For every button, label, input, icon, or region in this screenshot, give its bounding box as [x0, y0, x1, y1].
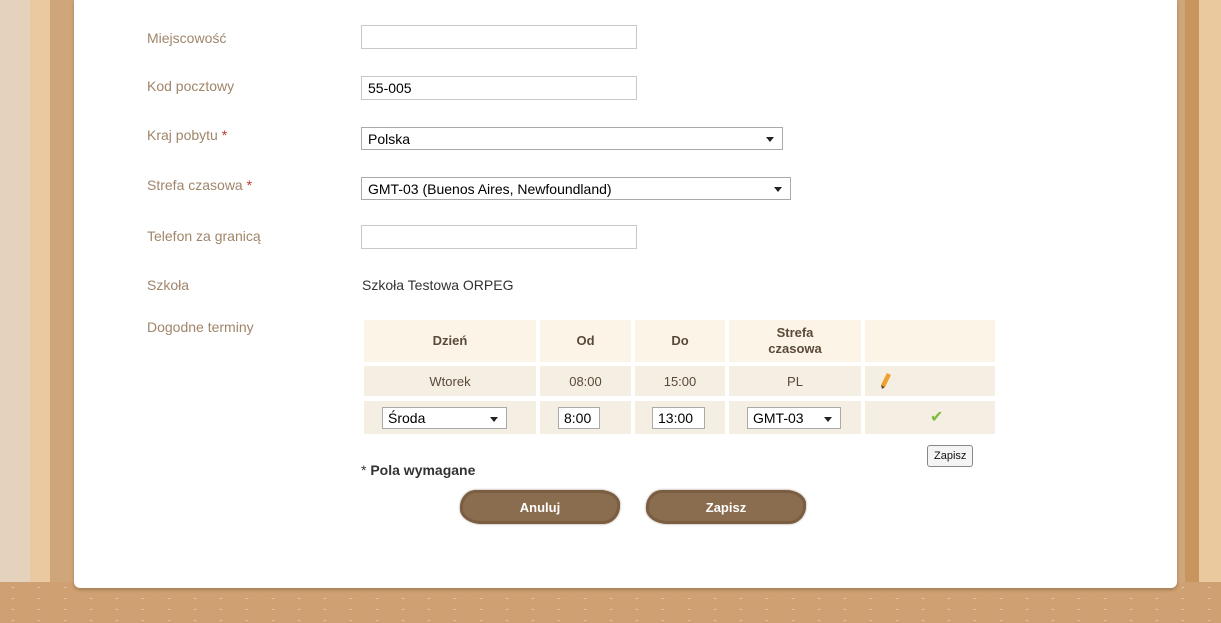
day-select[interactable]: Środa [382, 407, 507, 429]
from-time-input[interactable] [558, 407, 600, 429]
col-header-timezone: Strefa czasowa [729, 320, 861, 362]
city-label: Miejscowość [147, 30, 227, 46]
country-select-value: Polska [368, 131, 411, 147]
city-input[interactable] [361, 25, 637, 49]
row1-actions [865, 366, 995, 396]
cancel-button[interactable]: Anuluj [460, 490, 620, 524]
required-fields-note: * Pola wymagane [361, 462, 475, 478]
school-value: Szkoła Testowa ORPEG [362, 277, 514, 293]
row1-day: Wtorek [364, 366, 536, 396]
row2-zone-cell: GMT-03 [729, 401, 861, 434]
row2-day-cell: Środa [364, 401, 536, 434]
to-time-input[interactable] [652, 407, 705, 429]
row-save-button[interactable]: Zapisz [927, 445, 974, 467]
day-select-value: Środa [388, 410, 426, 426]
row1-from: 08:00 [540, 366, 631, 396]
postal-code-label: Kod pocztowy [147, 78, 235, 94]
col-header-from: Od [540, 320, 631, 362]
phone-input[interactable] [361, 225, 637, 249]
chevron-down-icon [490, 417, 498, 422]
required-note-text: Pola wymagane [370, 462, 476, 478]
country-label-text: Kraj pobytu [147, 127, 218, 143]
required-note-star: * [361, 462, 367, 478]
phone-label: Telefon za granicą [147, 228, 261, 244]
country-select[interactable]: Polska [361, 127, 783, 150]
col-header-day: Dzień [364, 320, 536, 362]
col-header-actions [865, 320, 995, 362]
zone-select-value: GMT-03 [753, 410, 804, 426]
required-asterisk: * [246, 177, 253, 193]
timezone-select[interactable]: GMT-03 (Buenos Aires, Newfoundland) [361, 177, 791, 200]
checkmark-icon[interactable]: ✔ [930, 407, 943, 427]
row2-from-cell [540, 401, 631, 434]
chevron-down-icon [824, 417, 832, 422]
row1-to: 15:00 [635, 366, 725, 396]
row2-to-cell [635, 401, 725, 434]
background-left [0, 0, 50, 623]
edit-pencil-icon[interactable] [881, 373, 891, 389]
postal-code-input[interactable] [361, 76, 637, 100]
timezone-select-value: GMT-03 (Buenos Aires, Newfoundland) [368, 181, 612, 197]
background-bottom [0, 582, 1221, 623]
row1-zone: PL [729, 366, 861, 396]
school-label: Szkoła [147, 277, 190, 293]
row2-actions-cell: ✔ [865, 401, 995, 434]
terms-label: Dogodne terminy [147, 319, 254, 335]
save-button[interactable]: Zapisz [646, 490, 806, 524]
col-header-to: Do [635, 320, 725, 362]
zone-select[interactable]: GMT-03 [747, 407, 841, 429]
chevron-down-icon [766, 137, 774, 142]
timezone-label-text: Strefa czasowa [147, 177, 243, 193]
background-right [1185, 0, 1221, 623]
country-label: Kraj pobytu * [147, 127, 227, 143]
required-asterisk: * [221, 127, 228, 143]
timezone-label: Strefa czasowa * [147, 177, 252, 193]
chevron-down-icon [774, 187, 782, 192]
